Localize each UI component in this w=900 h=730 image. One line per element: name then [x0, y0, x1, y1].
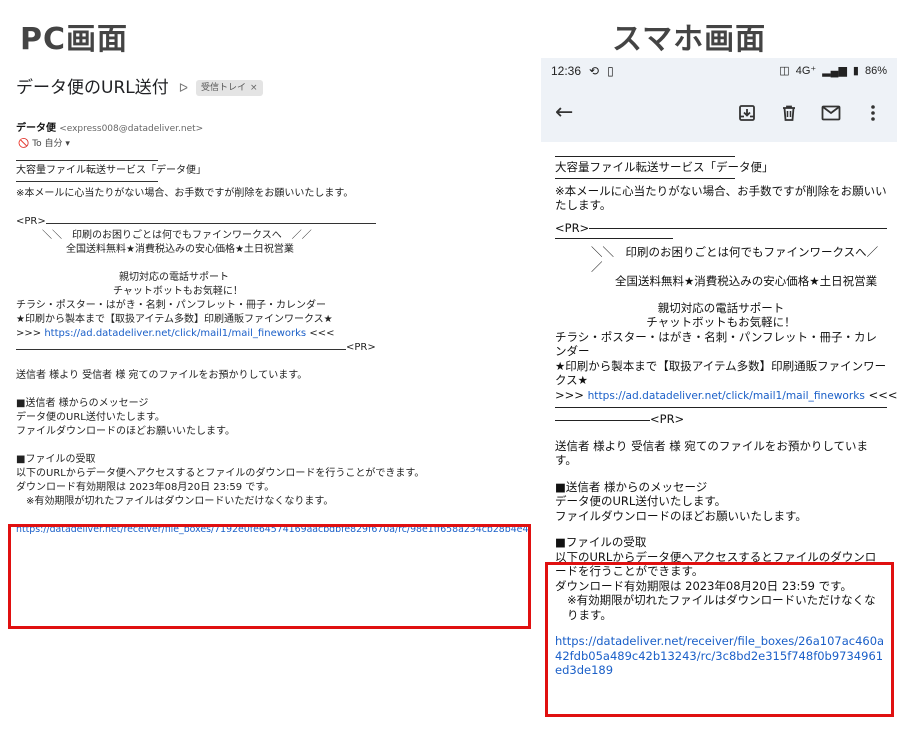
remove-label-icon[interactable]: ×	[250, 83, 258, 93]
intro-text: 送信者 様より 受信者 様 宛てのファイルをお預かりしています。	[16, 370, 308, 381]
importance-marker-icon[interactable]: ᐅ	[179, 81, 188, 95]
receive-line-2: ダウンロード有効期限は 2023年08月20日 23:59 です。	[16, 482, 275, 493]
service-name: 大容量ファイル転送サービス「データ便」	[555, 160, 774, 174]
sender-name: データ便	[16, 123, 56, 134]
wifi-calling-icon: ⟲	[589, 63, 600, 78]
message-line-1: データ便のURL送付いたします。	[555, 494, 727, 508]
pr-line-1: ＼＼ 印刷のお困りごとは何でもファインワークスへ／／	[591, 245, 879, 274]
divider	[589, 228, 887, 230]
receive-line-3: ※有効期限が切れたファイルはダウンロードいただけなくなります。	[26, 496, 334, 507]
intro-text: 送信者 様より 受信者 様 宛てのファイルをお預かりしています。	[555, 438, 869, 468]
clock: 12:36	[551, 63, 582, 78]
message-title: ■送信者 様からのメッセージ	[16, 398, 149, 409]
message-line-2: ファイルダウンロードのほどお願いいたします。	[555, 508, 807, 523]
pr-line-5: チラシ・ポスター・はがき・名刺・パンフレット・冊子・カレンダー	[555, 329, 877, 359]
battery-level: 86%	[864, 64, 887, 77]
archive-icon[interactable]	[737, 103, 757, 123]
pr-link-line: >>> https://ad.datadeliver.net/click/mai…	[555, 387, 898, 404]
pr-open-line: <PR>	[16, 215, 528, 229]
pr-link-line: >>> https://ad.datadeliver.net/click/mai…	[16, 327, 528, 341]
recipient-line[interactable]: 🚫 To 自分 ▾	[18, 137, 70, 151]
message-line-2: ファイルダウンロードのほどお願いいたします。	[16, 426, 235, 437]
important-icon: 🚫	[18, 139, 30, 149]
sender-line: データ便 <express008@datadeliver.net>	[16, 122, 203, 136]
download-section-highlight	[8, 524, 531, 629]
pr-close-line: <PR>	[555, 412, 887, 427]
divider	[555, 177, 735, 179]
email-subject: データ便のURL送付	[16, 78, 169, 98]
pc-screen-heading: PC画面	[20, 22, 129, 57]
pr-close-line: <PR>	[16, 341, 528, 355]
email-body: 大容量ファイル転送サービス「データ便」 ※本メールに心当たりがない場合、お手数で…	[16, 154, 528, 537]
app-bar: ←	[541, 84, 897, 142]
pr-ad-link[interactable]: https://ad.datadeliver.net/click/mail1/m…	[44, 328, 306, 339]
pr-ad-link[interactable]: https://ad.datadeliver.net/click/mail1/m…	[588, 390, 865, 402]
message-line-1: データ便のURL送付いたします。	[16, 412, 165, 423]
pc-email-view: データ便のURL送付 ᐅ 受信トレイ × データ便 <express008@dat…	[0, 62, 535, 682]
smartphone-screen-heading: スマホ画面	[612, 22, 767, 57]
pr-line-4: チャットボットもお気軽に！	[113, 286, 243, 297]
sender-address: <express008@datadeliver.net>	[59, 124, 204, 134]
pr-link-prefix: >>>	[555, 387, 584, 402]
pr-line-6: ★印刷から製本まで【取扱アイテム多数】印刷通販ファインワークス★	[16, 314, 333, 325]
battery-icon: ▮	[852, 64, 859, 77]
service-name: 大容量ファイル転送サービス「データ便」	[16, 165, 206, 176]
pr-link-suffix: <<<	[868, 387, 898, 402]
divider	[16, 160, 158, 161]
notice-text: ※本メールに心当たりがない場合、お手数ですが削除をお願いいたします。	[555, 183, 887, 213]
pr-line-3: 親切対応の電話サポート	[119, 272, 229, 283]
receive-title: ■ファイルの受取	[16, 454, 96, 465]
divider	[555, 156, 735, 157]
recipient-text: To 自分 ▾	[32, 139, 70, 149]
pr-close-label: <PR>	[346, 342, 376, 353]
receive-title: ■ファイルの受取	[555, 535, 647, 549]
divider	[555, 419, 650, 421]
mail-icon[interactable]	[821, 103, 841, 123]
pr-line-6: ★印刷から製本まで【取扱アイテム多数】印刷通販ファインワークス★	[555, 358, 887, 388]
pr-open-label: <PR>	[16, 216, 46, 227]
pr-line-1: ＼＼ 印刷のお困りごとは何でもファインワークスへ ／／	[42, 230, 312, 241]
divider	[555, 238, 673, 239]
download-section-highlight	[545, 562, 894, 717]
phone-icon: ▯	[607, 63, 614, 78]
vibrate-icon: ◫	[779, 64, 790, 77]
divider	[45, 222, 376, 224]
status-bar: 12:36 ⟲ ▯ ◫ 4G⁺ ▂▄▆ ▮ 86%	[541, 58, 897, 84]
pr-link-prefix: >>>	[16, 328, 42, 339]
pr-line-2: 全国送料無料★消費税込みの安心価格★土日祝営業	[615, 274, 878, 288]
pr-line-5: チラシ・ポスター・はがき・名刺・パンフレット・冊子・カレンダー	[16, 300, 326, 311]
divider	[555, 407, 887, 408]
pr-open-label: <PR>	[555, 220, 590, 235]
back-arrow-icon[interactable]: ←	[555, 102, 573, 123]
pr-line-4: チャットボットもお気軽に！	[646, 315, 796, 329]
divider	[16, 181, 158, 182]
pr-close-label: <PR>	[650, 412, 685, 426]
pr-open-line: <PR>	[555, 221, 887, 236]
inbox-label-chip[interactable]: 受信トレイ ×	[195, 80, 263, 96]
pr-link-suffix: <<<	[309, 328, 335, 339]
more-options-icon[interactable]	[863, 103, 883, 123]
receive-line-1: 以下のURLからデータ便へアクセスするとファイルのダウンロードを行うことができま…	[16, 468, 425, 479]
pr-line-2: 全国送料無料★消費税込みの安心価格★土日祝営業	[66, 244, 294, 255]
network-type: 4G⁺	[795, 64, 817, 77]
smartphone-email-view: 12:36 ⟲ ▯ ◫ 4G⁺ ▂▄▆ ▮ 86% ← 大容量ファイル転送サービ…	[541, 58, 898, 722]
subject-row: データ便のURL送付 ᐅ 受信トレイ ×	[16, 78, 263, 98]
inbox-label-text: 受信トレイ	[200, 83, 246, 93]
message-title: ■送信者 様からのメッセージ	[555, 479, 708, 494]
pr-line-3: 親切対応の電話サポート	[657, 300, 785, 315]
notice-text: ※本メールに心当たりがない場合、お手数ですが削除をお願いいたします。	[16, 188, 354, 199]
delete-icon[interactable]	[779, 103, 799, 123]
signal-icon: ▂▄▆	[822, 64, 847, 77]
divider	[16, 348, 346, 350]
